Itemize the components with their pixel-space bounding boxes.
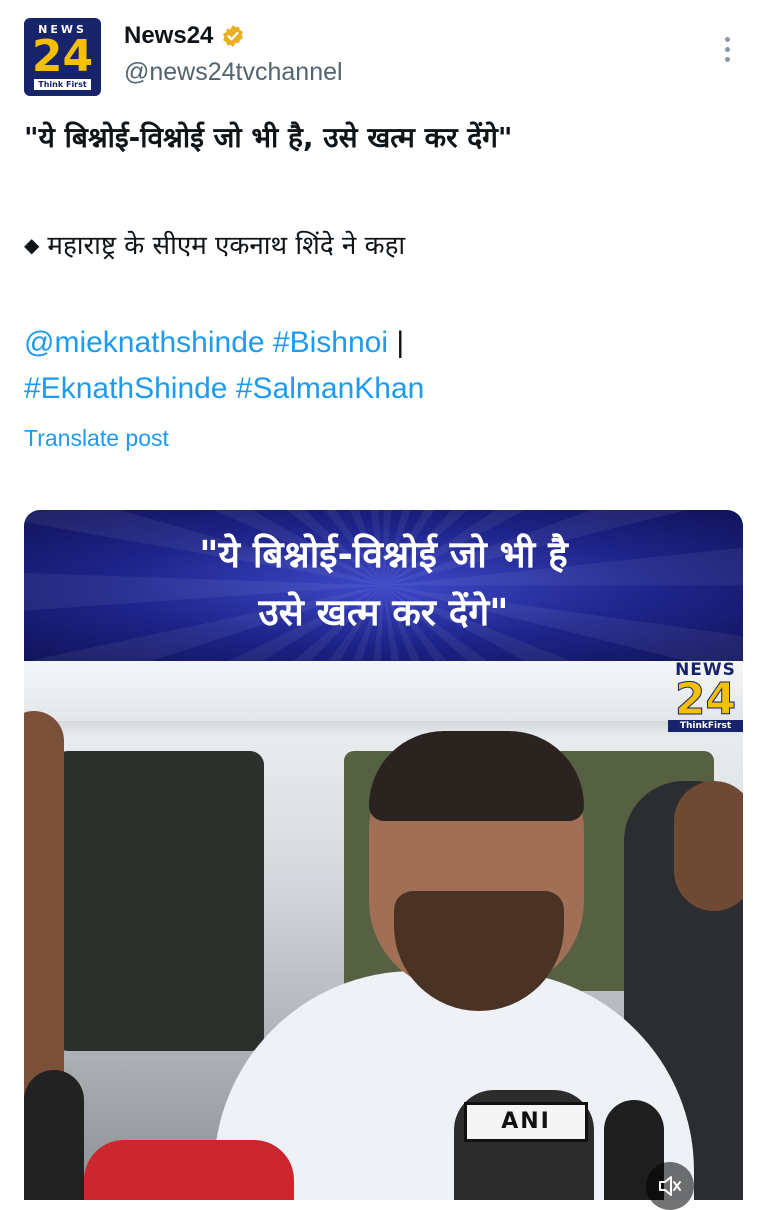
avatar[interactable]: NEWS 24 Think First xyxy=(24,18,101,96)
hashtag-link[interactable]: #Bishnoi xyxy=(273,326,388,359)
translate-post-link[interactable]: Translate post xyxy=(24,425,169,452)
account-name-row: News24 xyxy=(124,22,245,50)
microphone-red xyxy=(84,1140,294,1200)
post-subline: ◆ महाराष्ट्र के सीएम एकनाथ शिंदे ने कहा xyxy=(24,226,405,262)
microphone-left xyxy=(24,1070,84,1200)
mute-toggle-icon[interactable] xyxy=(646,1162,694,1210)
banner-text: "ये बिश्नोई-विश्नोई जो भी है उसे खत्म कर… xyxy=(24,526,743,642)
speaker-hair xyxy=(369,731,584,821)
hashtag-block: @mieknathshinde #Bishnoi | #EknathShinde… xyxy=(24,320,424,412)
channel-watermark-logo: NEWS 24 ThinkFirst xyxy=(668,660,743,732)
hashtag-link[interactable]: #SalmanKhan xyxy=(236,372,424,405)
car-roof xyxy=(24,661,743,721)
post-subline-text: महाराष्ट्र के सीएम एकनाथ शिंदे ने कहा xyxy=(47,231,406,261)
verified-badge-icon xyxy=(223,25,244,47)
banner-line-1: "ये बिश्नोई-विश्नोई जो भी है xyxy=(199,533,568,576)
ani-mic-label: ANI xyxy=(464,1102,588,1142)
more-options-icon[interactable] xyxy=(718,34,738,66)
speaker-muted-icon xyxy=(659,1176,681,1196)
watermark-number: 24 xyxy=(674,674,737,725)
avatar-tagline: Think First xyxy=(34,79,91,90)
microphone-ani: ANI xyxy=(454,1090,594,1200)
diamond-bullet-icon: ◆ xyxy=(24,233,40,257)
account-name[interactable]: News24 xyxy=(124,22,213,50)
post-container: NEWS 24 Think First News24 @news24tvchan… xyxy=(0,0,767,1210)
car-window-left xyxy=(54,751,264,1051)
banner-line-2: उसे खत्म कर देंगे" xyxy=(258,591,509,634)
post-headline: "ये बिश्नोई-विश्नोई जो भी है, उसे खत्म क… xyxy=(24,121,513,154)
mention-link[interactable]: @mieknathshinde xyxy=(24,326,265,359)
separator: | xyxy=(396,326,405,359)
avatar-number: 24 xyxy=(31,31,94,82)
post-video[interactable]: "ये बिश्नोई-विश्नोई जो भी है उसे खत्म कर… xyxy=(24,510,743,1200)
hashtag-link[interactable]: #EknathShinde xyxy=(24,372,228,405)
video-banner: "ये बिश्नोई-विश्नोई जो भी है उसे खत्म कर… xyxy=(24,510,743,661)
account-handle[interactable]: @news24tvchannel xyxy=(124,58,343,87)
